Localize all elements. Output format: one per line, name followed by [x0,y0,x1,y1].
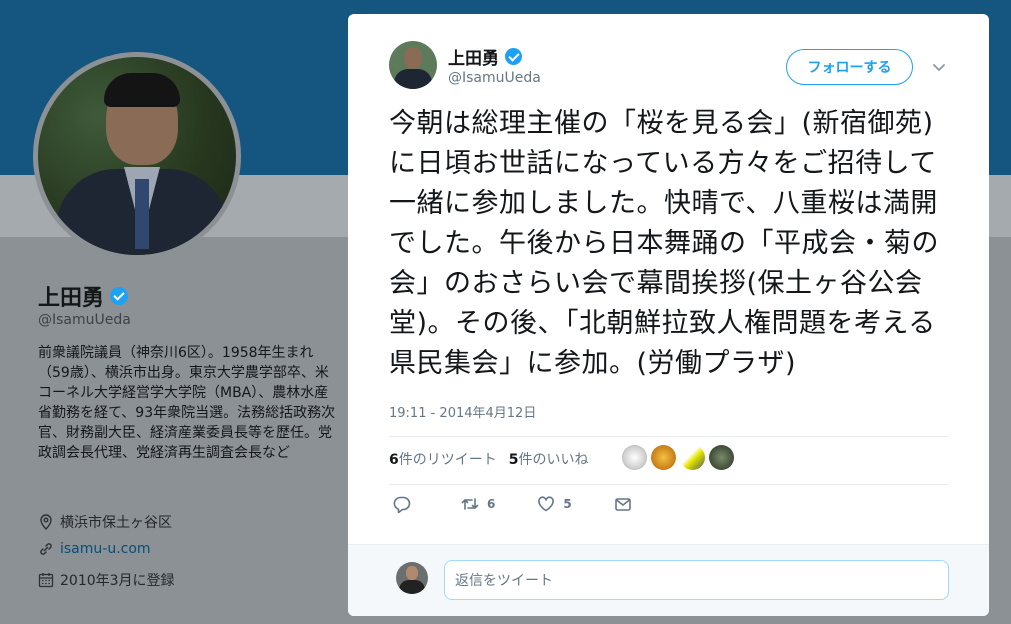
retweet-count: 6 [487,497,496,511]
profile-name-text[interactable]: 上田勇 [38,280,104,312]
link-icon [40,543,52,555]
tweet-text: 今朝は総理主催の「桜を見る会」(新宿御苑)に日頃お世話になっている方々をご招待し… [389,108,939,379]
liker-avatar[interactable] [709,445,734,470]
verified-badge-icon [505,48,522,65]
profile-location-text: 横浜市保土ヶ谷区 [60,515,172,531]
profile-avatar[interactable] [33,52,241,260]
like-stat-count: 5 [508,452,519,468]
profile-name[interactable]: 上田勇 [38,280,129,312]
tweet-timestamp[interactable]: 19:11 - 2014年4月12日 [389,402,536,421]
liker-avatar[interactable] [651,445,676,470]
author-name-text[interactable]: 上田勇 [448,44,499,69]
tweet-modal: 上田勇 @IsamuUeda フォローする 今朝は総理主催の「桜を見る会」(新宿… [348,14,989,616]
profile-url-link[interactable]: isamu-u.com [60,541,151,557]
like-button[interactable]: 5 [537,495,572,513]
envelope-icon [614,498,631,511]
divider [389,436,949,437]
author-name[interactable]: 上田勇 [448,44,522,69]
reply-icon [393,496,411,513]
follow-button[interactable]: フォローする [786,49,913,85]
profile-joined: 2010年3月に登録 [38,570,175,590]
liker-avatar[interactable] [622,445,647,470]
tweet-stats: 6件のリツイート 5件のいいね [389,449,589,469]
liker-avatar[interactable] [680,445,705,470]
like-count: 5 [563,497,572,511]
profile-joined-text: 2010年3月に登録 [60,573,175,589]
retweet-stat-label: 件のリツイート [398,452,497,468]
profile-location: 横浜市保土ヶ谷区 [38,512,172,532]
profile-bio: 前衆議院議員（神奈川6区）。1958年生まれ（59歳）、横浜市出身。東京大学農学… [38,345,336,461]
like-stat[interactable]: 5件のいいね [509,449,589,469]
like-stat-label: 件のいいね [518,452,589,468]
reply-area: 返信をツイート [348,544,989,616]
divider [389,484,949,485]
direct-message-button[interactable] [614,495,632,513]
calendar-icon [38,573,54,588]
current-user-avatar [396,562,428,594]
chevron-down-icon[interactable] [932,60,946,74]
tweet-actions: 6 5 [393,495,674,513]
author-handle[interactable]: @IsamuUeda [448,70,541,86]
verified-badge-icon [110,287,129,305]
heart-icon [538,496,555,512]
likers-avatars [622,445,734,470]
retweet-button[interactable]: 6 [461,495,495,513]
reply-button[interactable] [393,495,419,513]
retweet-stat-count: 6 [389,452,399,468]
retweet-stat[interactable]: 6件のリツイート [389,449,497,469]
location-pin-icon [40,514,52,530]
retweet-icon [461,498,479,510]
author-avatar[interactable] [389,41,437,89]
profile-handle[interactable]: @IsamuUeda [38,312,131,328]
profile-url[interactable]: isamu-u.com [38,541,151,557]
reply-input[interactable]: 返信をツイート [444,560,949,600]
